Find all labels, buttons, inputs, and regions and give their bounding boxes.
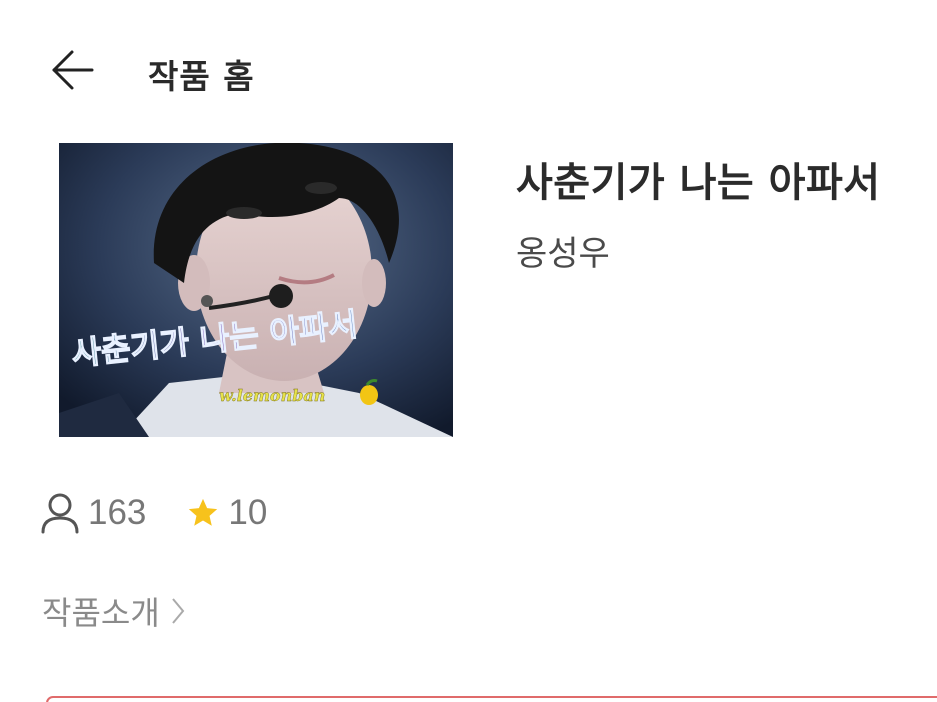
stars-count: 10 [228, 493, 268, 532]
star-icon [189, 498, 218, 526]
bottom-action-bar[interactable] [46, 696, 937, 702]
stars-stat: 10 [186, 493, 267, 533]
author-name[interactable]: 옹성우 [516, 226, 936, 275]
cover-image[interactable]: 사춘기가 나는 아파서 w.lemonban [59, 143, 453, 437]
work-intro-label: 작품소개 [42, 594, 160, 632]
chevron-right-icon [171, 598, 185, 624]
page-title: 작품 홈 [148, 57, 255, 96]
arrow-left-icon [52, 50, 94, 90]
work-stats: 163 10 [40, 490, 267, 536]
person-icon [41, 493, 79, 534]
back-button[interactable] [48, 46, 96, 94]
cover-watermark: w.lemonban [219, 386, 325, 405]
readers-stat: 163 [40, 492, 146, 534]
readers-count: 163 [88, 493, 147, 532]
app-header: 작품 홈 [0, 0, 937, 140]
work-title: 사춘기가 나는 아파서 [516, 160, 881, 206]
work-info: 사춘기가 나는 아파서 옹성우 [516, 150, 936, 275]
work-intro-link[interactable]: 작품소개 [42, 588, 186, 634]
